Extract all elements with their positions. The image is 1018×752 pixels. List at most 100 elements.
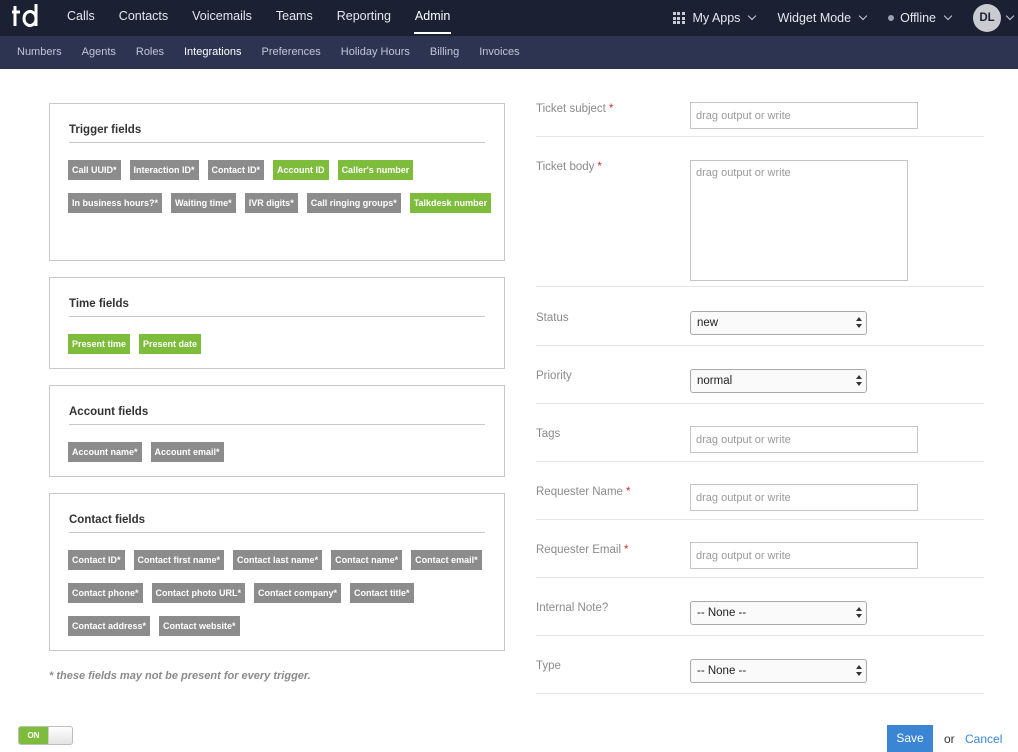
chevron-down-icon xyxy=(859,12,867,20)
field-tag[interactable]: Contact ID* xyxy=(68,550,125,570)
select-arrows-icon xyxy=(856,665,862,677)
field-tag[interactable]: Account email* xyxy=(151,442,224,462)
internal-note-select[interactable]: -- None -- xyxy=(690,601,867,625)
required-asterisk: * xyxy=(597,161,601,173)
field-tag[interactable]: Interaction ID* xyxy=(130,160,199,180)
field-tag[interactable]: Contact photo URL* xyxy=(152,583,246,603)
nav-contacts[interactable]: Contacts xyxy=(107,0,180,36)
time-fields-panel: Time fields Present time Present date xyxy=(49,277,505,369)
internal-note-row: Internal Note? -- None -- xyxy=(536,602,984,636)
requester-name-input[interactable] xyxy=(690,484,918,511)
divider xyxy=(69,142,485,143)
panel-title: Trigger fields xyxy=(69,124,141,136)
main-nav: Calls Contacts Voicemails Teams Reportin… xyxy=(55,0,462,36)
integration-enabled-toggle[interactable]: ON xyxy=(18,726,73,745)
field-tag[interactable]: Account ID xyxy=(273,160,329,180)
top-navbar: Calls Contacts Voicemails Teams Reportin… xyxy=(0,0,1018,36)
field-tag[interactable]: Waiting time* xyxy=(171,193,236,213)
contact-fields-panel: Contact fields Contact ID* Contact first … xyxy=(49,493,505,651)
field-tag[interactable]: Contact ID* xyxy=(208,160,265,180)
subnav-holiday-hours[interactable]: Holiday Hours xyxy=(331,36,420,69)
status-label: Offline xyxy=(900,11,936,25)
trigger-fields-panel: Trigger fields Call UUID* Interaction ID*… xyxy=(49,103,505,261)
field-tag[interactable]: In business hours?* xyxy=(68,193,162,213)
priority-select[interactable]: normal xyxy=(690,369,867,393)
chevron-down-icon xyxy=(748,12,756,20)
cancel-link[interactable]: Cancel xyxy=(965,732,1002,746)
subnav-preferences[interactable]: Preferences xyxy=(251,36,330,69)
type-select[interactable]: -- None -- xyxy=(690,659,867,683)
tags-row: Tags xyxy=(536,428,984,462)
user-menu[interactable]: DL xyxy=(973,4,1013,32)
field-tag[interactable]: Present date xyxy=(139,334,201,354)
panel-title: Time fields xyxy=(69,298,129,310)
nav-teams[interactable]: Teams xyxy=(264,0,325,36)
select-arrows-icon xyxy=(856,607,862,619)
field-tag[interactable]: Contact last name* xyxy=(233,550,322,570)
ticket-body-row: Ticket body* xyxy=(536,161,984,287)
widget-mode-menu[interactable]: Widget Mode xyxy=(777,11,866,25)
nav-voicemails[interactable]: Voicemails xyxy=(180,0,264,36)
divider xyxy=(69,424,485,425)
requester-email-row: Requester Email* xyxy=(536,544,984,578)
field-tag[interactable]: Contact address* xyxy=(68,616,150,636)
internal-note-label: Internal Note? xyxy=(536,602,608,614)
subnav-billing[interactable]: Billing xyxy=(420,36,469,69)
status-menu[interactable]: Offline xyxy=(888,11,951,25)
fields-footnote: * these fields may not be present for ev… xyxy=(49,670,311,682)
field-tag[interactable]: Present time xyxy=(68,334,130,354)
nav-reporting[interactable]: Reporting xyxy=(325,0,403,36)
field-tag[interactable]: Talkdesk number xyxy=(410,193,491,213)
field-tag[interactable]: Contact website* xyxy=(159,616,240,636)
type-row: Type -- None -- xyxy=(536,660,984,694)
talkdesk-logo[interactable] xyxy=(12,4,40,30)
field-tag[interactable]: Contact company* xyxy=(254,583,341,603)
requester-name-label: Requester Name* xyxy=(536,486,630,498)
status-select[interactable]: new xyxy=(690,311,867,335)
priority-row: Priority normal xyxy=(536,370,984,404)
nav-calls[interactable]: Calls xyxy=(55,0,107,36)
field-tag[interactable]: Contact first name* xyxy=(134,550,225,570)
admin-subnav: Numbers Agents Roles Integrations Prefer… xyxy=(0,36,1018,69)
type-selected-value: -- None -- xyxy=(697,665,746,677)
subnav-numbers[interactable]: Numbers xyxy=(7,36,72,69)
header-right: My Apps Widget Mode Offline DL xyxy=(673,0,1018,36)
subnav-agents[interactable]: Agents xyxy=(72,36,126,69)
or-text: or xyxy=(944,732,955,746)
requester-email-label: Requester Email* xyxy=(536,544,629,556)
select-arrows-icon xyxy=(856,317,862,329)
subnav-integrations[interactable]: Integrations xyxy=(174,36,251,69)
my-apps-menu[interactable]: My Apps xyxy=(673,11,756,25)
requester-name-row: Requester Name* xyxy=(536,486,984,520)
avatar: DL xyxy=(973,4,1001,32)
subnav-invoices[interactable]: Invoices xyxy=(469,36,529,69)
field-tag[interactable]: Caller's number xyxy=(338,160,414,180)
field-tag[interactable]: Contact phone* xyxy=(68,583,143,603)
panel-title: Contact fields xyxy=(69,514,145,526)
ticket-body-textarea[interactable] xyxy=(690,160,908,281)
ticket-subject-input[interactable] xyxy=(690,102,918,129)
ticket-subject-row: Ticket subject* xyxy=(536,103,984,137)
status-selected-value: new xyxy=(697,317,718,329)
account-fields-panel: Account fields Account name*Account emai… xyxy=(49,385,505,477)
internal-note-selected-value: -- None -- xyxy=(697,607,746,619)
tag-list: Account name* Account email* xyxy=(68,442,494,462)
field-tag[interactable]: IVR digits* xyxy=(245,193,298,213)
chevron-down-icon xyxy=(944,12,952,20)
tags-label: Tags xyxy=(536,428,560,440)
field-tag[interactable]: Contact name* xyxy=(331,550,402,570)
ticket-body-label: Ticket body* xyxy=(536,161,602,173)
toggle-knob xyxy=(48,727,72,744)
field-tag[interactable]: Contact email* xyxy=(411,550,482,570)
requester-email-input[interactable] xyxy=(690,542,918,569)
field-tag[interactable]: Account name* xyxy=(68,442,142,462)
divider xyxy=(69,532,485,533)
tags-input[interactable] xyxy=(690,426,918,453)
subnav-roles[interactable]: Roles xyxy=(126,36,174,69)
field-tag[interactable]: Call UUID* xyxy=(68,160,121,180)
widget-mode-label: Widget Mode xyxy=(777,11,851,25)
field-tag[interactable]: Call ringing groups* xyxy=(307,193,401,213)
divider xyxy=(69,316,485,317)
field-tag[interactable]: Contact title* xyxy=(350,583,414,603)
nav-admin[interactable]: Admin xyxy=(403,0,462,36)
